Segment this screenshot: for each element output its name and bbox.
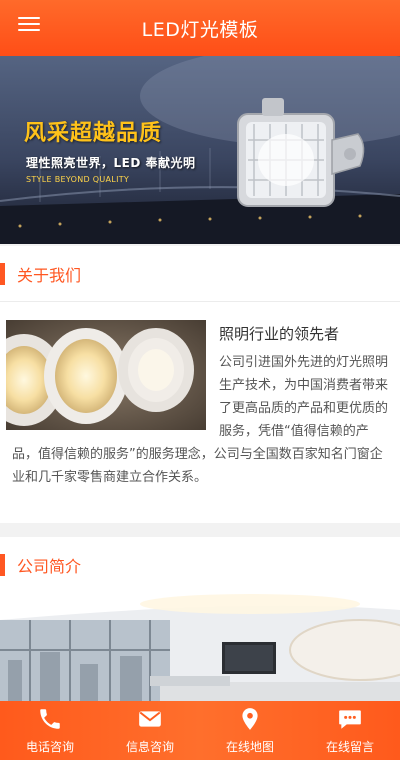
page-title: LED灯光模板 <box>141 18 259 41</box>
map-pin-icon <box>242 708 258 730</box>
footer-message-button[interactable]: 信息咨询 <box>100 701 200 760</box>
footer-message-label: 信息咨询 <box>125 740 174 754</box>
about-section-header: 关于我们 <box>0 246 400 302</box>
top-header: LED灯光模板 <box>0 0 400 56</box>
footer-chat-label: 在线留言 <box>325 740 374 754</box>
floodlight-product-image <box>237 98 365 207</box>
about-headline: 照明行业的领先者 <box>219 325 340 343</box>
chat-icon <box>339 710 361 729</box>
footer-map-button[interactable]: 在线地图 <box>200 701 300 760</box>
footer-map-label: 在线地图 <box>225 740 274 754</box>
about-section-title[interactable]: 关于我们 <box>17 262 81 286</box>
bottom-nav: 电话咨询 信息咨询 在线地图 在线留言 <box>0 701 400 760</box>
intro-section-title[interactable]: 公司简介 <box>17 553 81 577</box>
footer-phone-button[interactable]: 电话咨询 <box>0 701 100 760</box>
section-accent-bar <box>0 262 5 285</box>
office-interior-image[interactable] <box>0 590 400 702</box>
banner-subtitle: 理性照亮世界，LED 奉献光明 <box>26 156 196 170</box>
banner-headline: 风采超越品质 <box>24 121 163 146</box>
intro-section-header: 公司简介 <box>0 537 400 593</box>
footer-phone-label: 电话咨询 <box>25 740 74 754</box>
hamburger-menu-icon[interactable] <box>18 14 40 36</box>
about-body-wrapper: 公司引进国外先进的灯光照明生产技术，为中国消费者带来了更高品质的产品和更优质的服… <box>12 351 392 489</box>
text-wrap-spacer <box>12 351 212 431</box>
mail-icon <box>139 711 161 727</box>
office-illustration <box>0 590 400 702</box>
footer-chat-button[interactable]: 在线留言 <box>300 701 400 760</box>
hero-banner[interactable]: 风采超越品质 理性照亮世界，LED 奉献光明 STYLE BEYOND QUAL… <box>0 56 400 244</box>
banner-english-tagline: STYLE BEYOND QUALITY <box>26 175 130 184</box>
section-divider <box>0 523 400 537</box>
phone-icon <box>40 709 60 729</box>
section-accent-bar <box>0 553 5 576</box>
